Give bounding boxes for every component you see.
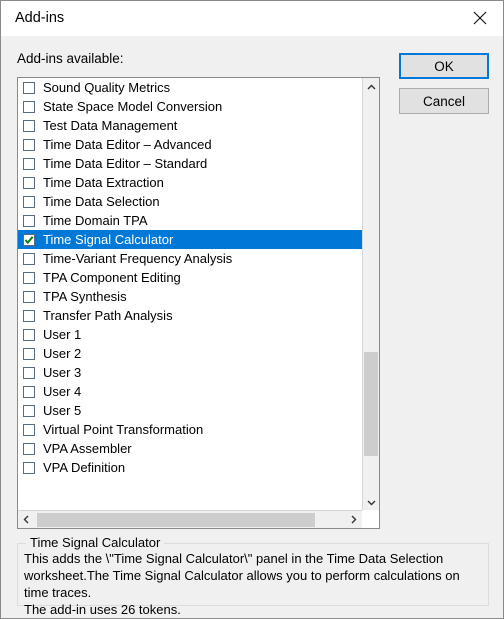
list-item[interactable]: Virtual Point Transformation <box>18 420 362 439</box>
checkbox[interactable] <box>23 195 35 208</box>
checkbox[interactable] <box>23 290 35 303</box>
list-item-label: Test Data Management <box>43 118 178 133</box>
checkbox[interactable] <box>23 271 35 284</box>
list-item[interactable]: User 2 <box>18 344 362 363</box>
list-item[interactable]: User 1 <box>18 325 362 344</box>
checkbox[interactable] <box>23 252 35 265</box>
close-icon <box>473 11 487 25</box>
title-bar: Add-ins <box>1 1 503 36</box>
list-item-label: Time Data Extraction <box>43 175 164 190</box>
checkbox[interactable] <box>23 423 35 436</box>
list-item[interactable]: Time Data Extraction <box>18 173 362 192</box>
description-groupbox: Time Signal Calculator This adds the \"T… <box>17 535 489 617</box>
list-item-label: Virtual Point Transformation <box>43 422 204 437</box>
description-text: This adds the \"Time Signal Calculator\"… <box>24 551 460 617</box>
checkbox[interactable] <box>23 461 35 474</box>
dialog-body: Add-ins available: OK Cancel Sound Quali… <box>1 36 503 618</box>
checkbox[interactable] <box>23 157 35 170</box>
vertical-scrollbar-thumb[interactable] <box>364 352 378 456</box>
checkbox[interactable] <box>23 385 35 398</box>
list-item-label: TPA Component Editing <box>43 270 181 285</box>
chevron-right-icon <box>350 511 357 529</box>
cancel-button[interactable]: Cancel <box>399 88 489 114</box>
list-item[interactable]: TPA Component Editing <box>18 268 362 287</box>
list-item[interactable]: VPA Definition <box>18 458 362 477</box>
list-item-label: Time-Variant Frequency Analysis <box>43 251 233 266</box>
checkbox[interactable] <box>23 138 35 151</box>
list-item-label: Time Data Selection <box>43 194 160 209</box>
checkbox[interactable] <box>23 233 35 246</box>
close-button[interactable] <box>457 1 503 34</box>
list-item-label: User 4 <box>43 384 82 399</box>
chevron-down-icon <box>367 493 376 511</box>
list-item[interactable]: Transfer Path Analysis <box>18 306 362 325</box>
list-item-label: Time Signal Calculator <box>43 232 174 247</box>
add-ins-list[interactable]: Sound Quality Metrics State Space Model C… <box>18 78 362 510</box>
checkbox[interactable] <box>23 119 35 132</box>
checkbox[interactable] <box>23 100 35 113</box>
chevron-up-icon <box>367 78 376 96</box>
list-item[interactable]: Time Data Editor – Standard <box>18 154 362 173</box>
list-item-label: Transfer Path Analysis <box>43 308 173 323</box>
list-item[interactable]: VPA Assembler <box>18 439 362 458</box>
list-item[interactable]: Time Signal Calculator <box>18 230 362 249</box>
checkmark-icon <box>24 235 34 244</box>
checkbox[interactable] <box>23 214 35 227</box>
list-item[interactable]: Time Data Editor – Advanced <box>18 135 362 154</box>
add-ins-dialog: Add-ins Add-ins available: OK Cancel Sou… <box>0 0 504 619</box>
list-item[interactable]: Time-Variant Frequency Analysis <box>18 249 362 268</box>
scroll-down-button[interactable] <box>363 493 379 510</box>
list-item[interactable]: Test Data Management <box>18 116 362 135</box>
scroll-right-button[interactable] <box>345 511 362 528</box>
vertical-scrollbar[interactable] <box>362 78 379 510</box>
checkbox[interactable] <box>23 176 35 189</box>
list-item[interactable]: User 3 <box>18 363 362 382</box>
list-item-label: VPA Assembler <box>43 441 132 456</box>
list-item-label: State Space Model Conversion <box>43 99 223 114</box>
list-item[interactable]: User 5 <box>18 401 362 420</box>
list-item[interactable]: User 4 <box>18 382 362 401</box>
scrollbar-corner <box>362 510 379 528</box>
checkbox[interactable] <box>23 404 35 417</box>
list-item[interactable]: Sound Quality Metrics <box>18 78 362 97</box>
checkbox[interactable] <box>23 328 35 341</box>
window-title: Add-ins <box>15 10 65 26</box>
list-item[interactable]: Time Domain TPA <box>18 211 362 230</box>
ok-button[interactable]: OK <box>399 53 489 79</box>
add-ins-available-label: Add-ins available: <box>17 51 124 66</box>
list-item-label: Time Data Editor – Advanced <box>43 137 212 152</box>
list-item-label: User 1 <box>43 327 82 342</box>
checkbox[interactable] <box>23 309 35 322</box>
list-item[interactable]: Time Data Selection <box>18 192 362 211</box>
add-ins-listbox[interactable]: Sound Quality Metrics State Space Model C… <box>17 77 380 529</box>
checkbox[interactable] <box>23 366 35 379</box>
checkbox[interactable] <box>23 347 35 360</box>
list-item-label: VPA Definition <box>43 460 126 475</box>
horizontal-scrollbar[interactable] <box>18 510 362 528</box>
scroll-up-button[interactable] <box>363 78 379 95</box>
checkbox[interactable] <box>23 442 35 455</box>
list-item-label: Time Data Editor – Standard <box>43 156 208 171</box>
list-item-label: Time Domain TPA <box>43 213 148 228</box>
list-item-label: Sound Quality Metrics <box>43 80 171 95</box>
list-item-label: TPA Synthesis <box>43 289 127 304</box>
list-item-label: User 5 <box>43 403 82 418</box>
checkbox[interactable] <box>23 81 35 94</box>
list-item[interactable]: TPA Synthesis <box>18 287 362 306</box>
chevron-left-icon <box>23 511 30 529</box>
list-item[interactable]: State Space Model Conversion <box>18 97 362 116</box>
scroll-left-button[interactable] <box>18 511 35 528</box>
horizontal-scrollbar-thumb[interactable] <box>37 513 315 527</box>
description-title: Time Signal Calculator <box>26 535 165 550</box>
list-item-label: User 2 <box>43 346 82 361</box>
list-item-label: User 3 <box>43 365 82 380</box>
